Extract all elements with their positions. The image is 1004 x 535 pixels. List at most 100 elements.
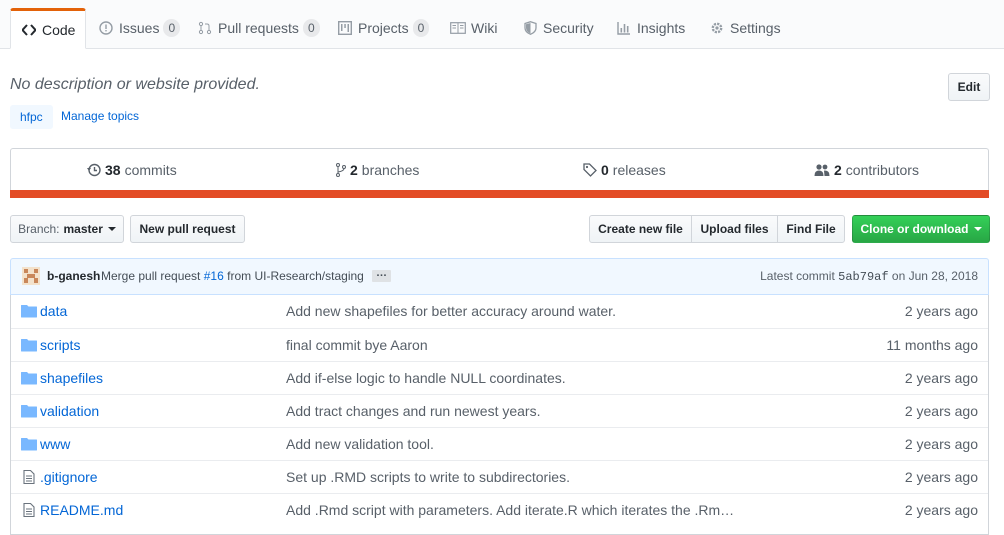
tab-security[interactable]: Security bbox=[512, 8, 604, 48]
file-commit-message[interactable]: Add .Rmd script with parameters. Add ite… bbox=[286, 502, 734, 518]
commits-count: 38 bbox=[105, 162, 121, 178]
tab-pull-requests[interactable]: Pull requests 0 bbox=[187, 8, 330, 48]
tab-code-label: Code bbox=[42, 21, 76, 38]
file-icon bbox=[23, 503, 35, 517]
file-name[interactable]: shapefiles bbox=[40, 370, 103, 386]
expand-commit-button[interactable]: … bbox=[372, 268, 391, 282]
file-name[interactable]: validation bbox=[40, 403, 99, 419]
clone-or-download-button[interactable]: Clone or download bbox=[852, 215, 990, 243]
file-name[interactable]: .gitignore bbox=[40, 469, 98, 485]
caret-down-icon bbox=[973, 227, 982, 231]
contributors-count: 2 bbox=[834, 162, 842, 178]
commit-author[interactable]: b-ganesh bbox=[47, 269, 100, 283]
file-name[interactable]: scripts bbox=[40, 337, 80, 353]
tab-security-label: Security bbox=[543, 20, 594, 36]
caret-down-icon bbox=[107, 227, 116, 231]
branches-label: branches bbox=[361, 162, 420, 178]
branches-summary[interactable]: 2 branches bbox=[336, 149, 419, 191]
repo-description: No description or website provided. bbox=[10, 76, 260, 93]
folder-icon bbox=[21, 372, 37, 385]
folder-icon bbox=[21, 339, 37, 352]
contributors-summary[interactable]: 2 contributors bbox=[814, 149, 919, 191]
file-commit-message[interactable]: Add if-else logic to handle NULL coordin… bbox=[286, 370, 566, 386]
graph-icon bbox=[616, 20, 632, 36]
tab-issues-label: Issues bbox=[119, 20, 160, 36]
tag-icon bbox=[583, 163, 597, 177]
file-age: 2 years ago bbox=[904, 502, 978, 518]
create-new-file-button[interactable]: Create new file bbox=[589, 215, 692, 243]
file-commit-message[interactable]: Add new shapefiles for better accuracy a… bbox=[286, 303, 616, 319]
branch-prefix: Branch: bbox=[18, 222, 60, 236]
repo-summary: 38 commits 2 branches 0 releases 2 contr… bbox=[10, 148, 989, 198]
commits-label: commits bbox=[124, 162, 177, 178]
file-commit-message[interactable]: Add tract changes and run newest years. bbox=[286, 403, 540, 419]
file-row[interactable]: README.md Add .Rmd script with parameter… bbox=[11, 493, 988, 527]
file-commit-message[interactable]: final commit bye Aaron bbox=[286, 337, 428, 353]
commit-date: on Jun 28, 2018 bbox=[891, 269, 978, 283]
tab-insights[interactable]: Insights bbox=[606, 8, 695, 48]
commit-sha[interactable]: 5ab79af bbox=[838, 270, 888, 284]
folder-icon bbox=[21, 305, 37, 318]
project-icon bbox=[337, 20, 353, 36]
tab-settings[interactable]: Settings bbox=[699, 8, 791, 48]
tab-settings-label: Settings bbox=[730, 20, 781, 36]
file-age: 2 years ago bbox=[904, 403, 978, 419]
book-icon bbox=[450, 20, 466, 36]
folder-icon bbox=[21, 405, 37, 418]
issues-counter: 0 bbox=[163, 19, 181, 37]
upload-files-button[interactable]: Upload files bbox=[691, 215, 778, 243]
tab-wiki-label: Wiki bbox=[471, 20, 498, 36]
find-file-button[interactable]: Find File bbox=[777, 215, 845, 243]
tab-insights-label: Insights bbox=[637, 20, 686, 36]
branches-count: 2 bbox=[350, 162, 358, 178]
git-branch-icon bbox=[336, 163, 346, 177]
branch-select-button[interactable]: Branch: master bbox=[10, 215, 124, 243]
file-age: 11 months ago bbox=[886, 337, 978, 353]
tab-issues[interactable]: Issues 0 bbox=[88, 8, 190, 48]
tab-pull-requests-label: Pull requests bbox=[218, 20, 299, 36]
pull-request-link[interactable]: #16 bbox=[204, 269, 224, 283]
tab-projects[interactable]: Projects 0 bbox=[327, 8, 439, 48]
avatar[interactable] bbox=[22, 267, 40, 285]
file-row[interactable]: scripts final commit bye Aaron 11 months… bbox=[11, 328, 988, 362]
file-row[interactable]: shapefiles Add if-else logic to handle N… bbox=[11, 361, 988, 395]
language-bar[interactable] bbox=[10, 190, 989, 198]
file-age: 2 years ago bbox=[904, 303, 978, 319]
edit-description-button[interactable]: Edit bbox=[948, 73, 990, 101]
issue-opened-icon bbox=[98, 20, 114, 36]
file-name[interactable]: data bbox=[40, 303, 67, 319]
file-row[interactable]: www Add new validation tool. 2 years ago bbox=[11, 427, 988, 461]
file-row[interactable]: .gitignore Set up .RMD scripts to write … bbox=[11, 460, 988, 494]
releases-label: releases bbox=[612, 162, 666, 178]
file-list: data Add new shapefiles for better accur… bbox=[10, 295, 989, 535]
commit-message-suffix: from UI-Research/staging bbox=[227, 269, 364, 283]
file-icon bbox=[23, 470, 35, 484]
code-icon bbox=[21, 22, 37, 38]
projects-counter: 0 bbox=[412, 19, 430, 37]
git-pull-request-icon bbox=[197, 20, 213, 36]
repo-nav-tabs: Code Issues 0 Pull requests 0 Projects 0… bbox=[0, 0, 1004, 49]
clone-label: Clone or download bbox=[860, 222, 969, 236]
file-name[interactable]: www bbox=[40, 436, 70, 452]
shield-icon bbox=[522, 20, 538, 36]
file-row[interactable]: data Add new shapefiles for better accur… bbox=[11, 295, 988, 328]
file-row[interactable]: validation Add tract changes and run new… bbox=[11, 394, 988, 428]
file-commit-message[interactable]: Add new validation tool. bbox=[286, 436, 434, 452]
tab-code[interactable]: Code bbox=[10, 8, 87, 49]
manage-topics-link[interactable]: Manage topics bbox=[61, 109, 139, 123]
tab-projects-label: Projects bbox=[358, 20, 409, 36]
latest-commit-bar: b-ganesh Merge pull request #16 from UI-… bbox=[10, 258, 989, 295]
new-pull-request-button[interactable]: New pull request bbox=[130, 215, 245, 243]
commit-message[interactable]: Merge pull request #16 from UI-Research/… bbox=[101, 269, 364, 283]
commits-summary[interactable]: 38 commits bbox=[87, 149, 177, 191]
file-age: 2 years ago bbox=[904, 469, 978, 485]
folder-icon bbox=[21, 438, 37, 451]
tab-wiki[interactable]: Wiki bbox=[440, 8, 507, 48]
topic-tag[interactable]: hfpc bbox=[10, 105, 53, 129]
latest-commit-info: Latest commit 5ab79af on Jun 28, 2018 bbox=[760, 269, 978, 284]
releases-count: 0 bbox=[601, 162, 609, 178]
releases-summary[interactable]: 0 releases bbox=[583, 149, 666, 191]
file-commit-message[interactable]: Set up .RMD scripts to write to subdirec… bbox=[286, 469, 570, 485]
file-name[interactable]: README.md bbox=[40, 502, 123, 518]
file-age: 2 years ago bbox=[904, 436, 978, 452]
